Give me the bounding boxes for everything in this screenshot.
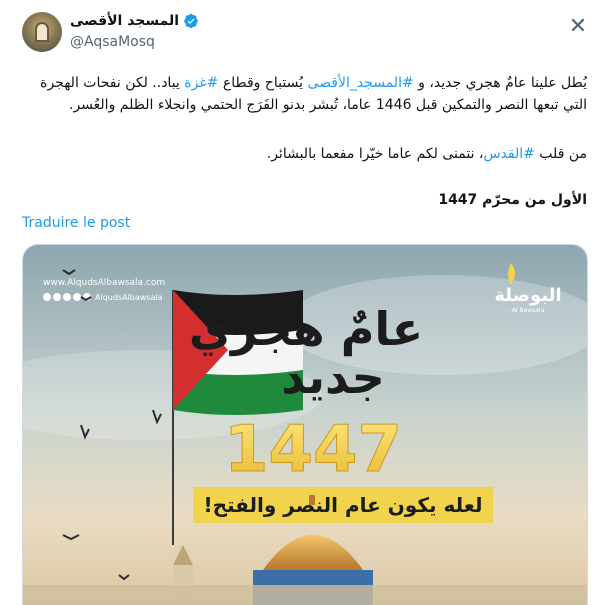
- verified-badge-icon: [184, 13, 198, 29]
- author-display-name[interactable]: المسجد الأقصى: [70, 13, 179, 29]
- tweet-card: المسجد الأقصى @AqsaMosq ✕ يُطل علينا عام…: [0, 0, 611, 605]
- translate-post-link[interactable]: Traduire le post: [22, 215, 130, 231]
- brand-subtitle: Al Bawsala: [512, 307, 545, 314]
- post-media-image[interactable]: www.AlqudsAlbawsala.com AlqudsAlbawsala …: [22, 244, 588, 605]
- post-date-line: الأول من محرّم 1447: [438, 192, 587, 208]
- post-text: ، نتمنى لكم عاما خيّرا مفعما بالبشائر.: [266, 146, 484, 162]
- author-handle[interactable]: @AqsaMosq: [70, 34, 155, 50]
- mosque-avatar-icon: [35, 22, 49, 42]
- close-icon[interactable]: ✕: [566, 14, 590, 39]
- post-text: من قلب: [534, 146, 587, 162]
- banner-text: لعله يكون عام النصر والفتح!: [203, 493, 482, 517]
- year-number: 1447: [224, 413, 402, 487]
- website-label: www.AlqudsAlbawsala.com: [43, 278, 165, 288]
- post-text: يُطل علينا عامٌ هجري جديد، و: [413, 75, 587, 91]
- hashtag-link[interactable]: #المسجد_الأقصى: [307, 75, 413, 91]
- headline-line-1: عامٌ هجري: [189, 302, 423, 356]
- social-handle-label: AlqudsAlbawsala: [95, 293, 163, 302]
- headline-line-2: جديد: [281, 350, 385, 404]
- avatar[interactable]: [22, 12, 62, 52]
- media-graphic: www.AlqudsAlbawsala.com AlqudsAlbawsala …: [23, 245, 587, 605]
- post-paragraph-2: من قلب #القدس، نتمنى لكم عاما خيّرا مفعم…: [17, 143, 587, 165]
- hashtag-link[interactable]: #غزة: [184, 75, 218, 91]
- hashtag-link[interactable]: #القدس: [483, 146, 534, 162]
- post-text: يُستباح وقطاع: [218, 75, 308, 91]
- brand-name: البوصلة: [494, 285, 561, 306]
- post-paragraph-1: يُطل علينا عامٌ هجري جديد، و #المسجد_الأ…: [17, 72, 587, 116]
- author-name-row: المسجد الأقصى: [70, 13, 199, 29]
